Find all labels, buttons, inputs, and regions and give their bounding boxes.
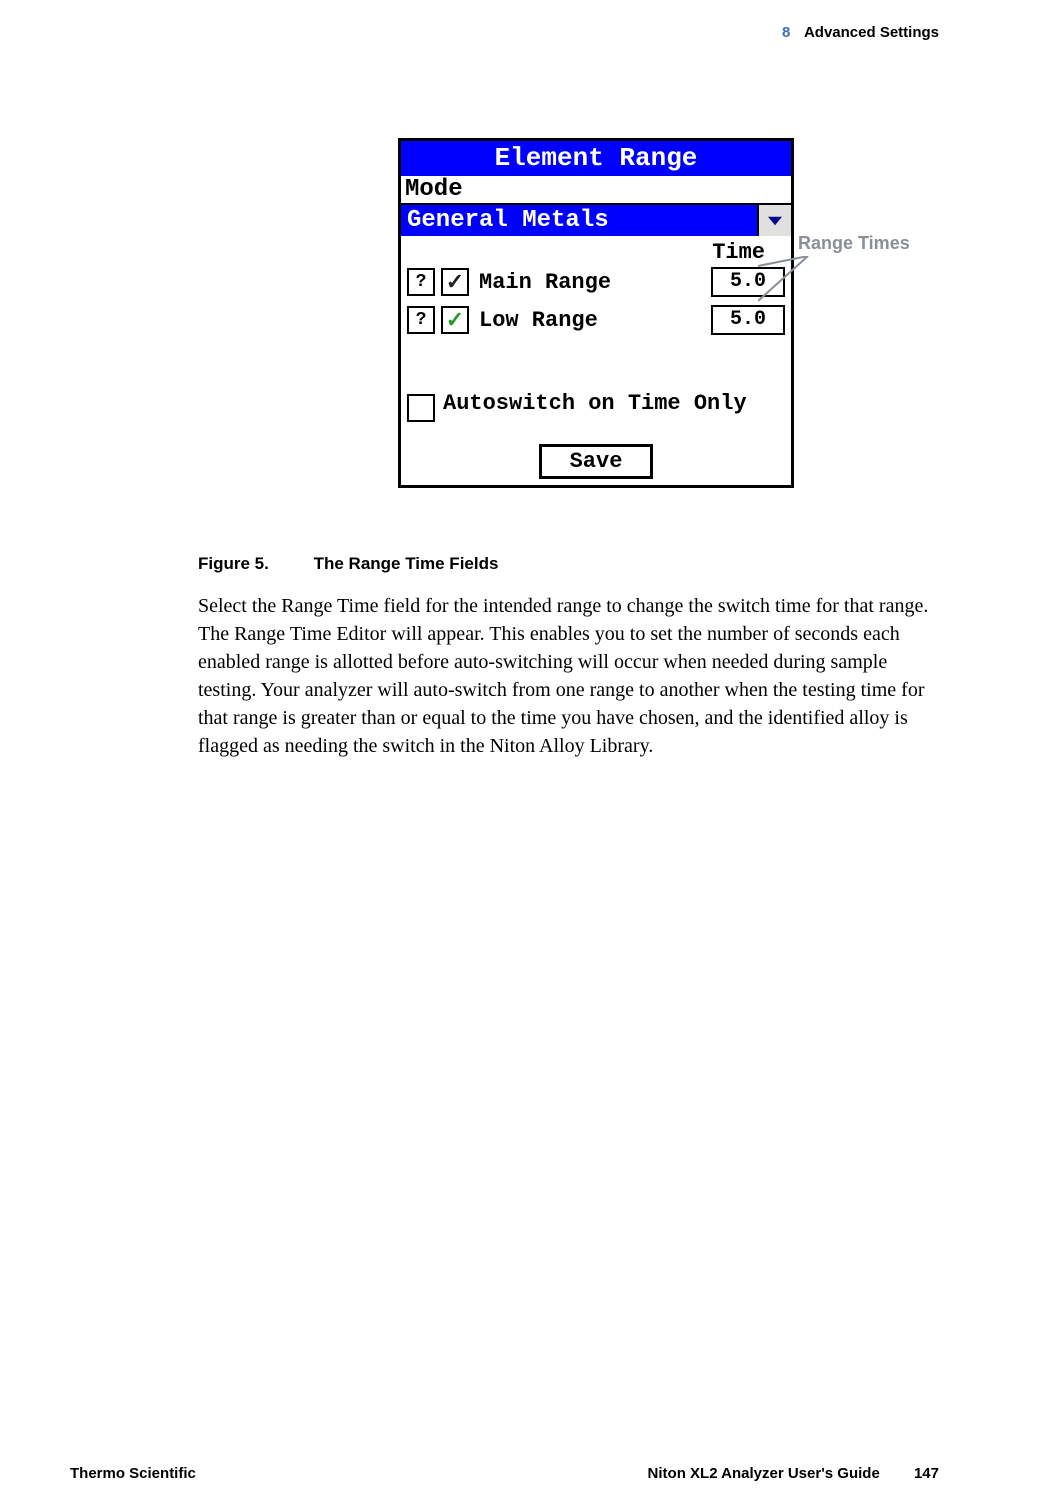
chapter-title: Advanced Settings bbox=[804, 24, 939, 41]
footer-guide-title: Niton XL2 Analyzer User's Guide bbox=[648, 1465, 880, 1482]
mode-dropdown-value: General Metals bbox=[401, 205, 757, 236]
main-range-label: Main Range bbox=[475, 270, 705, 295]
low-range-row: ? ✓ Low Range 5.0 bbox=[401, 303, 791, 341]
main-range-time-input[interactable]: 5.0 bbox=[711, 267, 785, 297]
mode-dropdown[interactable]: General Metals bbox=[401, 203, 791, 236]
screen-title: Element Range bbox=[401, 141, 791, 176]
device-screen: Element Range Mode General Metals Time ?… bbox=[398, 138, 794, 488]
save-button[interactable]: Save bbox=[539, 444, 654, 479]
dropdown-arrow-icon[interactable] bbox=[757, 205, 791, 236]
autoswitch-checkbox[interactable] bbox=[407, 394, 435, 422]
autoswitch-label: Autoswitch on Time Only bbox=[443, 391, 747, 417]
main-range-checkbox[interactable]: ✓ bbox=[441, 268, 469, 296]
low-range-checkbox[interactable]: ✓ bbox=[441, 306, 469, 334]
low-range-time-input[interactable]: 5.0 bbox=[711, 305, 785, 335]
footer-left: Thermo Scientific bbox=[70, 1465, 196, 1482]
body-paragraph: Select the Range Time field for the inte… bbox=[198, 592, 938, 760]
chapter-number: 8 bbox=[782, 24, 790, 41]
page-footer: Thermo Scientific Niton XL2 Analyzer Use… bbox=[70, 1465, 939, 1482]
range-times-callout: Range Times bbox=[798, 233, 910, 254]
autoswitch-row: Autoswitch on Time Only bbox=[401, 341, 791, 432]
figure-caption: Figure 5. The Range Time Fields bbox=[198, 554, 938, 574]
page-number: 147 bbox=[914, 1465, 939, 1482]
main-range-help-button[interactable]: ? bbox=[407, 268, 435, 296]
figure-title: The Range Time Fields bbox=[314, 554, 499, 573]
page-header: 8 Advanced Settings bbox=[782, 24, 939, 41]
figure-number: Figure 5. bbox=[198, 554, 269, 573]
figure-container: Element Range Mode General Metals Time ?… bbox=[198, 138, 938, 538]
mode-label: Mode bbox=[401, 176, 791, 203]
checkmark-icon: ✓ bbox=[446, 271, 464, 293]
checkmark-icon: ✓ bbox=[446, 309, 464, 331]
low-range-help-button[interactable]: ? bbox=[407, 306, 435, 334]
low-range-label: Low Range bbox=[475, 308, 705, 333]
main-range-row: ? ✓ Main Range 5.0 bbox=[401, 265, 791, 303]
time-column-header: Time bbox=[401, 236, 791, 265]
